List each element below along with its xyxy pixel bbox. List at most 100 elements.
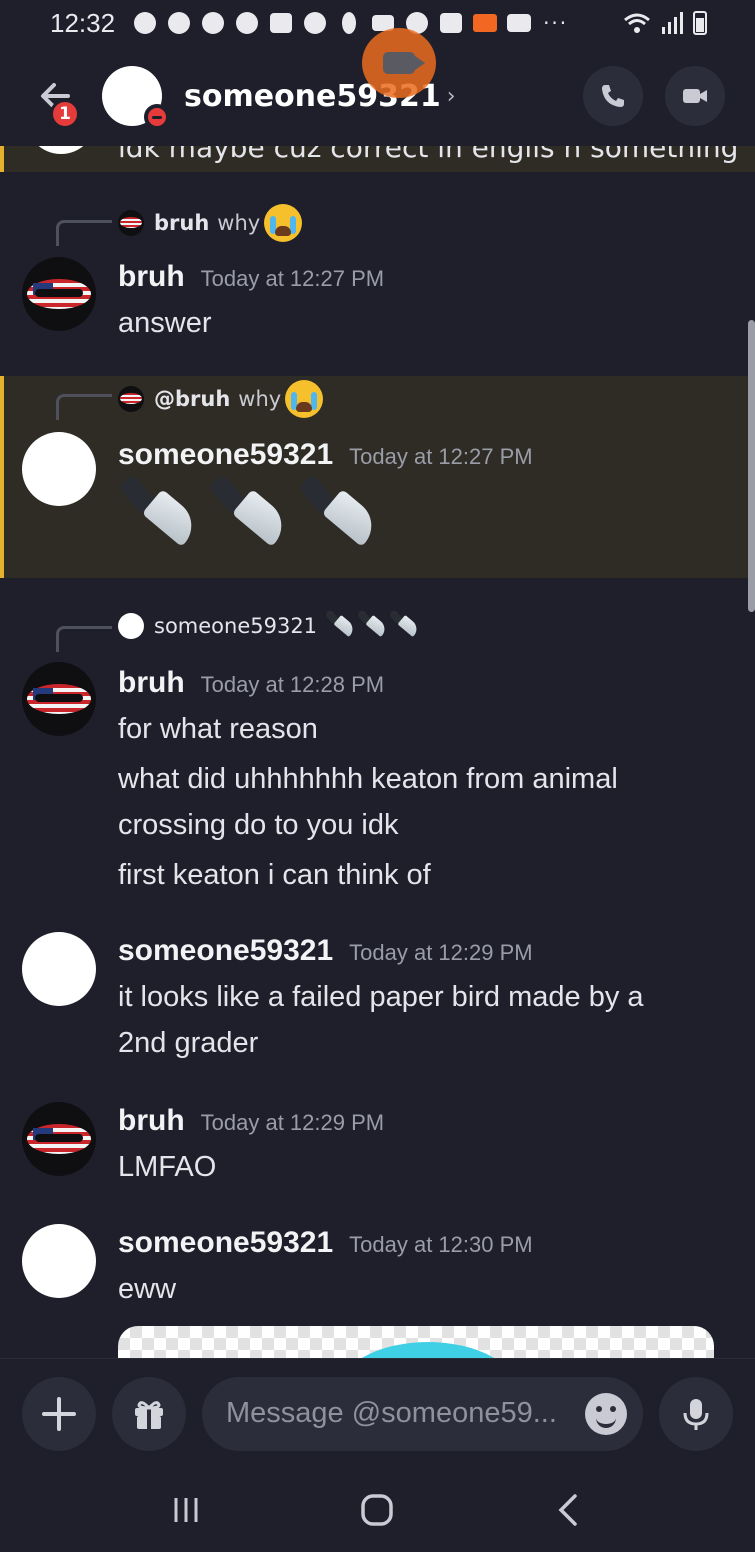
chevron-right-icon[interactable]: › [447,84,456,109]
reply-connector [56,626,112,652]
avatar[interactable] [22,1224,96,1298]
voice-message-button[interactable] [659,1376,733,1451]
reply-text: why [238,387,282,411]
message-text: eww [118,1273,177,1305]
gallery-icon [439,11,463,35]
camera-icon [383,52,425,74]
image-attachment[interactable] [118,1326,714,1358]
loudly-crying-emoji-icon [264,204,303,242]
flag-lens-graphic [27,1124,91,1154]
avatar [118,386,144,412]
youtube-icon [507,11,532,35]
back-nav-icon[interactable] [549,1490,589,1530]
avatar[interactable] [22,432,96,506]
video-call-button[interactable] [665,66,725,126]
notification-icons [133,11,532,35]
message-timestamp: Today at 12:29 PM [349,940,533,965]
avatar [118,210,144,236]
message-text: idk maybe cuz correct in englis n someth… [118,146,739,164]
facebook-icon [133,11,157,35]
screen-recorder-bubble[interactable] [362,28,436,98]
screen-record-icon [473,11,498,35]
message-text: for what reason [118,713,318,745]
recent-apps-icon[interactable] [166,1490,206,1530]
message-list[interactable]: idk maybe cuz correct in englis n someth… [0,146,755,1358]
voice-call-button[interactable] [583,66,643,126]
accessibility-icon [337,11,361,35]
message-emoji-row [118,474,388,566]
knife-emoji-icon [356,609,389,642]
message-input-placeholder: Message @someone59... [226,1397,557,1429]
reply-author: @bruh [154,387,231,411]
reply-text: why [217,211,261,235]
message-timestamp: Today at 12:30 PM [349,1232,533,1257]
avatar[interactable] [102,66,170,130]
reply-author: someone59321 [154,614,318,638]
emoji-picker-icon[interactable] [585,1392,627,1435]
battery-icon [693,11,707,35]
do-not-disturb-icon [144,104,170,130]
message-group[interactable]: @bruh why someone59321 Today at 12:27 PM [0,376,755,578]
knife-emoji-icon [208,474,298,566]
reply-preview[interactable]: bruh why [118,204,303,242]
shopping-bag-icon [269,11,293,35]
message-timestamp: Today at 12:29 PM [200,1110,385,1135]
message-group[interactable]: someone59321 bruh Today at 12:28 PM for … [0,606,755,906]
avatar[interactable] [22,662,96,736]
message-composer: Message @someone59... [0,1358,755,1468]
reply-connector [56,220,112,246]
gift-button[interactable] [112,1376,186,1451]
knife-emoji-icon [324,609,357,642]
loudly-crying-emoji-icon [285,380,324,418]
message-author[interactable]: bruh [118,1104,185,1138]
message-group[interactable]: bruh why bruh Today at 12:27 PM answer [0,202,755,372]
message-author[interactable]: someone59321 [118,1226,333,1260]
message-group[interactable]: someone59321 Today at 12:30 PM eww [0,1222,755,1358]
avatar[interactable] [22,932,96,1006]
scrollbar[interactable] [748,320,755,612]
avatar [118,613,144,639]
message-text: it looks like a failed paper bird made b… [118,981,644,1059]
plus-icon [42,1396,76,1431]
knife-emoji-icon [388,609,421,642]
facebook-icon [235,11,259,35]
more-notifications-icon: ··· [543,11,569,35]
signal-icon [662,12,683,34]
system-navigation-bar [0,1468,755,1552]
video-camera-icon [683,89,707,103]
unread-badge: 1 [50,99,80,129]
knife-emoji-icon [298,474,388,566]
message-input[interactable]: Message @someone59... [202,1376,643,1451]
message-timestamp: Today at 12:27 PM [349,444,533,469]
message-cut-off: idk maybe cuz correct in englis n someth… [0,146,755,172]
message-timestamp: Today at 12:27 PM [200,266,385,291]
message-text: first keaton i can think of [118,859,431,891]
system-icons [623,11,707,35]
avatar [26,146,96,154]
avatar[interactable] [22,257,96,331]
attachment-preview [338,1342,518,1358]
reply-preview[interactable]: @bruh why [118,380,324,418]
knife-emoji-icon [118,474,208,566]
back-button[interactable]: 1 [30,71,80,129]
message-author[interactable]: bruh [118,666,185,700]
status-time: 12:32 [50,7,116,38]
message-author[interactable]: someone59321 [118,934,333,968]
home-icon[interactable] [357,1490,397,1530]
reply-preview[interactable]: someone59321 [118,609,421,642]
flag-lens-graphic [27,684,91,714]
message-author[interactable]: bruh [118,260,185,294]
reply-connector [56,394,112,420]
facebook-icon [167,11,191,35]
flag-lens-graphic [27,279,91,309]
message-text: LMFAO [118,1151,217,1183]
gift-icon [135,1400,163,1429]
message-group[interactable]: someone59321 Today at 12:29 PM it looks … [0,930,755,1070]
microphone-icon [683,1398,709,1430]
message-text: answer [118,307,212,339]
message-timestamp: Today at 12:28 PM [200,672,385,697]
avatar[interactable] [22,1102,96,1176]
message-group[interactable]: bruh Today at 12:29 PM LMFAO [0,1100,755,1200]
message-author[interactable]: someone59321 [118,438,333,472]
add-attachment-button[interactable] [22,1376,96,1451]
